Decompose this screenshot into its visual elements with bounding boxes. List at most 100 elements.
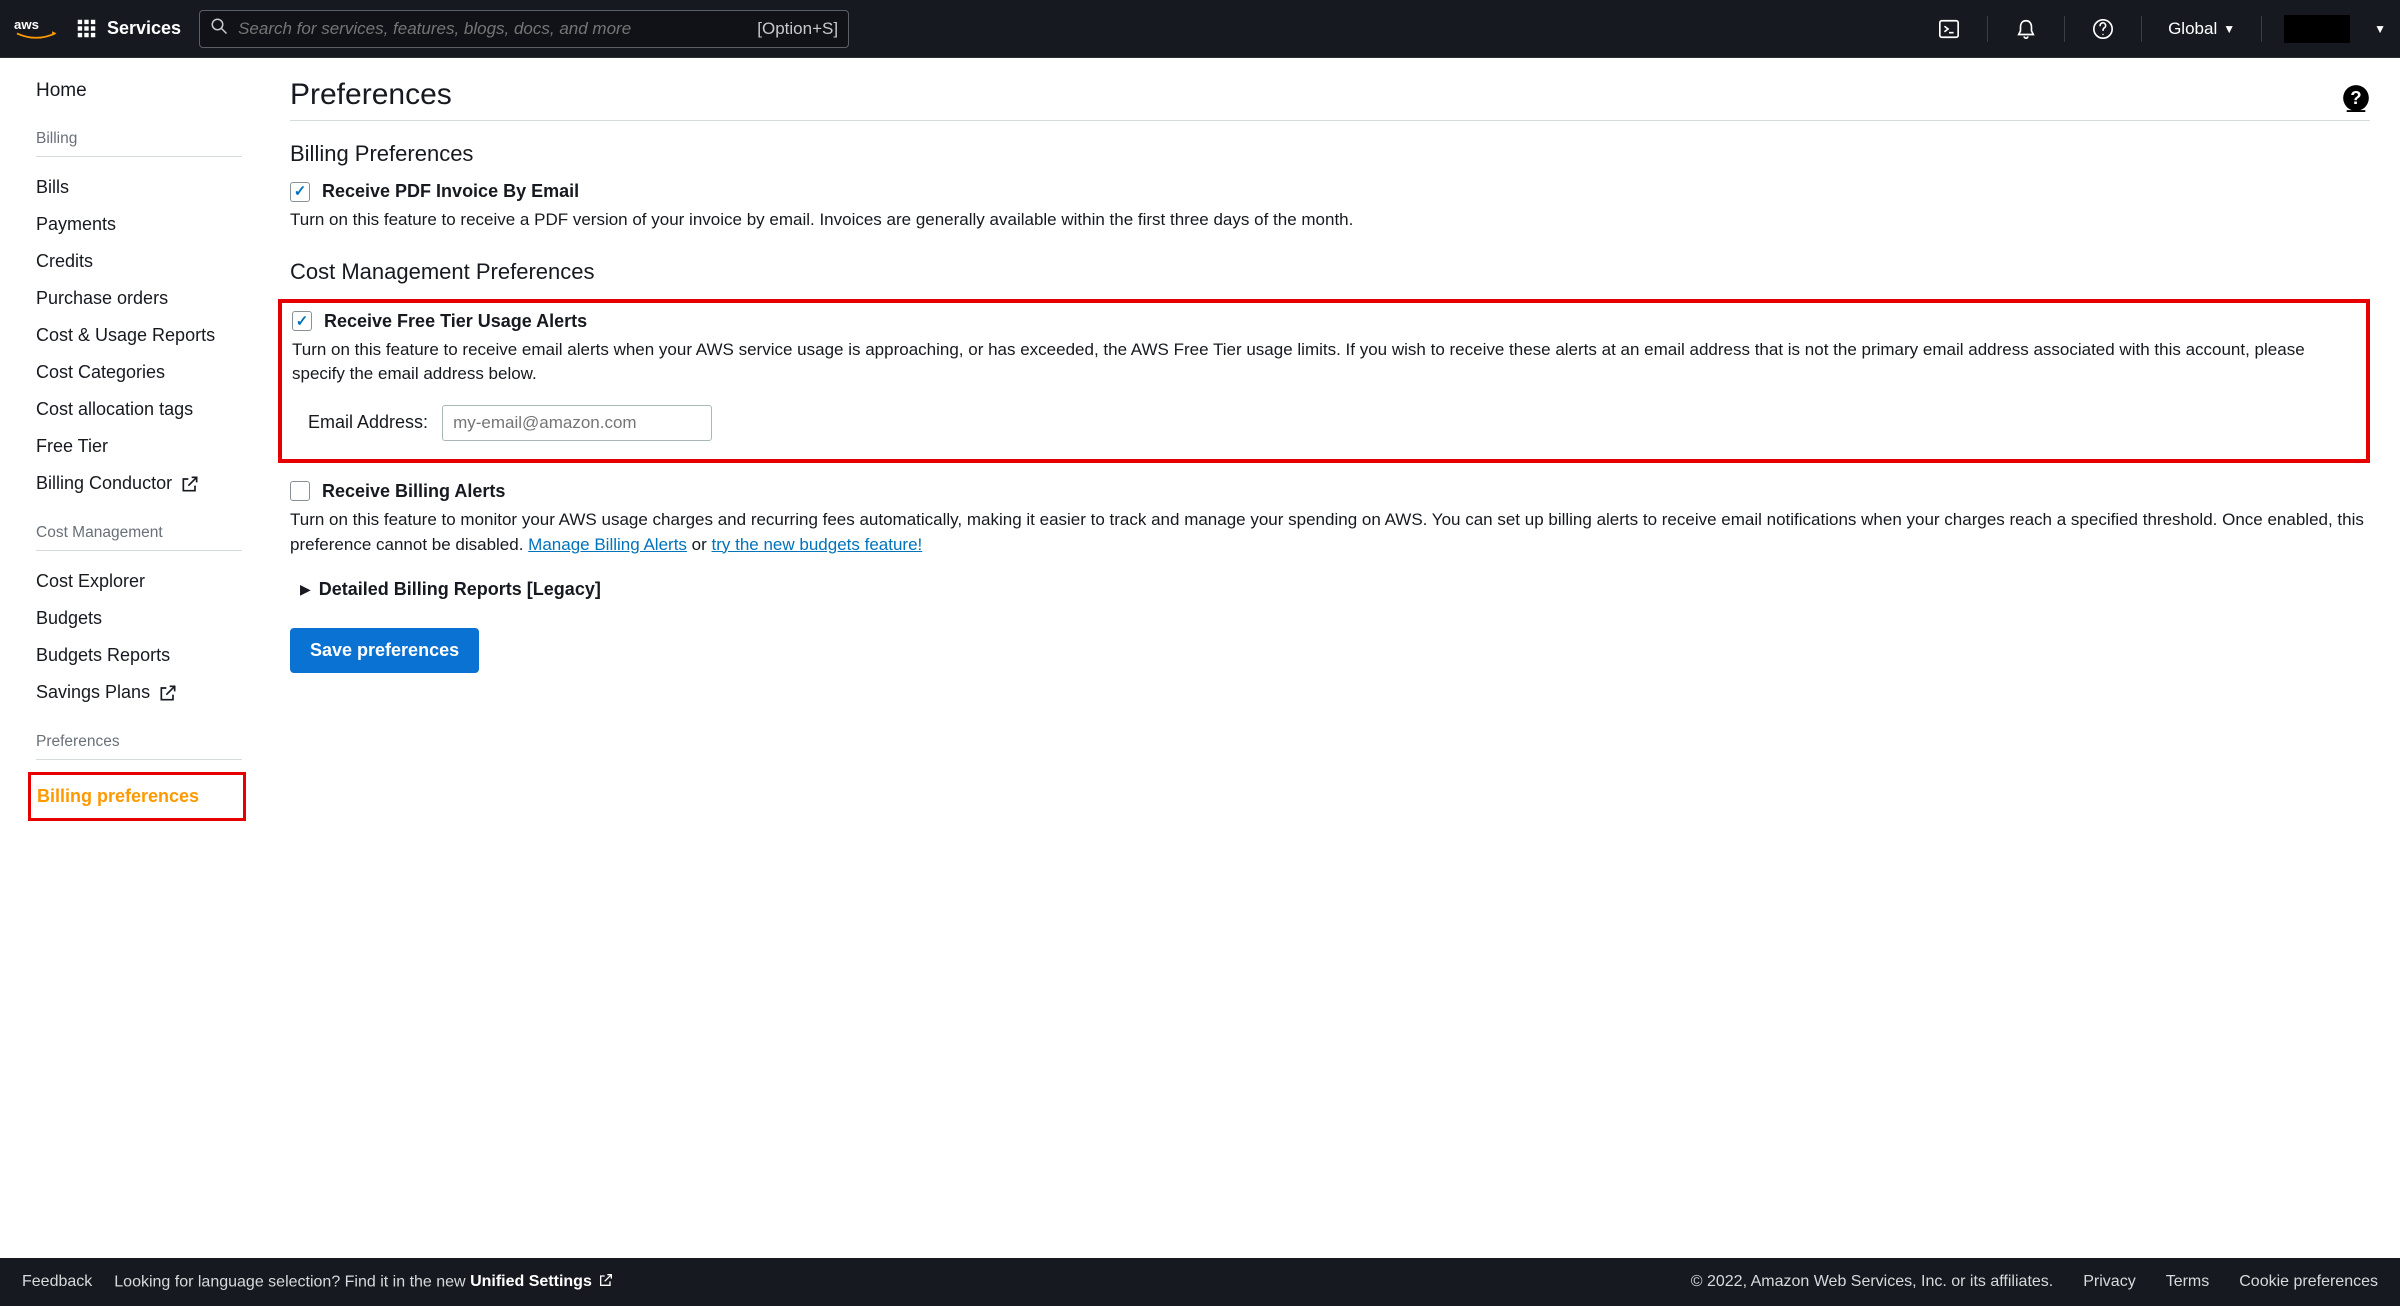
sidebar-item-label: Cost Categories [36, 362, 165, 383]
external-link-icon [180, 474, 200, 494]
sidebar-item-cost-categories[interactable]: Cost Categories [36, 354, 242, 391]
sidebar: Home Billing Bills Payments Credits Purc… [0, 58, 260, 1258]
sidebar-item-bills[interactable]: Bills [36, 169, 242, 206]
sidebar-item-label: Bills [36, 177, 69, 198]
checkbox-pdf-invoice[interactable] [290, 182, 310, 202]
page-title: Preferences [290, 78, 452, 112]
sidebar-item-label: Free Tier [36, 436, 108, 457]
pref-description: Turn on this feature to receive email al… [292, 338, 2356, 387]
sidebar-item-budgets-reports[interactable]: Budgets Reports [36, 637, 242, 674]
highlight-annotation: Billing preferences [28, 772, 246, 821]
sidebar-section-preferences: Preferences [36, 733, 242, 751]
expander-detailed-billing-reports[interactable]: ▶ Detailed Billing Reports [Legacy] [290, 579, 2370, 600]
pref-title: Receive PDF Invoice By Email [322, 181, 579, 202]
footer-cookie-prefs-link[interactable]: Cookie preferences [2239, 1273, 2378, 1291]
footer-lang-prompt: Looking for language selection? Find it … [114, 1272, 614, 1293]
region-label: Global [2168, 19, 2217, 39]
pref-description: Turn on this feature to receive a PDF ve… [290, 208, 2370, 233]
bell-icon [2015, 18, 2037, 40]
expander-label: Detailed Billing Reports [Legacy] [319, 579, 601, 600]
footer-unified-settings-link[interactable]: Unified Settings [470, 1272, 614, 1293]
text-or: or [687, 535, 712, 554]
sidebar-item-credits[interactable]: Credits [36, 243, 242, 280]
checkbox-billing-alerts[interactable] [290, 481, 310, 501]
sidebar-section-cost-management: Cost Management [36, 524, 242, 542]
pref-title: Receive Free Tier Usage Alerts [324, 311, 587, 332]
footer-text: Looking for language selection? Find it … [114, 1273, 470, 1290]
pref-description: Turn on this feature to monitor your AWS… [290, 508, 2370, 557]
divider [36, 156, 242, 157]
sidebar-item-cost-usage-reports[interactable]: Cost & Usage Reports [36, 317, 242, 354]
footer-privacy-link[interactable]: Privacy [2083, 1273, 2135, 1291]
main-content: Preferences ? Billing Preferences Receiv… [260, 58, 2400, 1258]
link-manage-billing-alerts[interactable]: Manage Billing Alerts [528, 535, 687, 554]
pref-title: Receive Billing Alerts [322, 481, 505, 502]
pref-billing-alerts: Receive Billing Alerts Turn on this feat… [290, 481, 2370, 557]
caret-down-icon[interactable]: ▼ [2374, 22, 2386, 36]
sidebar-item-payments[interactable]: Payments [36, 206, 242, 243]
grid-icon [76, 18, 97, 39]
search-icon [210, 17, 228, 40]
account-menu[interactable] [2284, 15, 2350, 43]
region-selector[interactable]: Global ▼ [2160, 19, 2243, 39]
sidebar-item-billing-conductor[interactable]: Billing Conductor [36, 465, 242, 502]
search-input[interactable] [238, 19, 747, 39]
divider [36, 550, 242, 551]
caret-down-icon: ▼ [2223, 22, 2235, 36]
divider [2064, 16, 2065, 42]
triangle-right-icon: ▶ [300, 581, 311, 598]
sidebar-item-budgets[interactable]: Budgets [36, 600, 242, 637]
sidebar-item-label: Budgets [36, 608, 102, 629]
search-box[interactable]: [Option+S] [199, 10, 849, 48]
page-help-button[interactable]: ? [2342, 84, 2370, 112]
sidebar-item-label: Billing preferences [37, 786, 199, 807]
sidebar-item-cost-allocation-tags[interactable]: Cost allocation tags [36, 391, 242, 428]
footer-terms-link[interactable]: Terms [2166, 1273, 2210, 1291]
sidebar-item-savings-plans[interactable]: Savings Plans [36, 674, 242, 711]
sidebar-item-cost-explorer[interactable]: Cost Explorer [36, 563, 242, 600]
sidebar-item-label: Savings Plans [36, 682, 150, 703]
link-try-budgets[interactable]: try the new budgets feature! [712, 535, 923, 554]
sidebar-home[interactable]: Home [36, 80, 242, 102]
notifications-button[interactable] [2006, 9, 2046, 49]
sidebar-item-label: Credits [36, 251, 93, 272]
footer-feedback-link[interactable]: Feedback [22, 1273, 92, 1291]
cloudshell-button[interactable] [1929, 9, 1969, 49]
aws-logo[interactable]: aws [14, 15, 58, 43]
cloudshell-icon [1938, 18, 1960, 40]
sidebar-item-label: Cost & Usage Reports [36, 325, 215, 346]
link-label: Unified Settings [470, 1273, 592, 1291]
sidebar-item-label: Purchase orders [36, 288, 168, 309]
checkbox-free-tier-alerts[interactable] [292, 311, 312, 331]
sidebar-item-free-tier[interactable]: Free Tier [36, 428, 242, 465]
services-label: Services [107, 18, 181, 39]
sidebar-section-billing: Billing [36, 130, 242, 148]
section-title-billing-prefs: Billing Preferences [290, 141, 2370, 167]
search-hotkey: [Option+S] [757, 19, 838, 39]
divider [1987, 16, 1988, 42]
external-link-icon [598, 1272, 614, 1293]
sidebar-item-label: Cost allocation tags [36, 399, 193, 420]
footer: Feedback Looking for language selection?… [0, 1258, 2400, 1306]
help-button[interactable] [2083, 9, 2123, 49]
sidebar-item-billing-preferences[interactable]: Billing preferences [37, 778, 237, 815]
footer-copyright: © 2022, Amazon Web Services, Inc. or its… [1691, 1273, 2053, 1291]
external-link-icon [158, 683, 178, 703]
email-input[interactable] [442, 405, 712, 441]
sidebar-item-label: Cost Explorer [36, 571, 145, 592]
highlight-annotation: Receive Free Tier Usage Alerts Turn on t… [278, 299, 2370, 463]
svg-text:aws: aws [14, 17, 39, 32]
sidebar-item-label: Billing Conductor [36, 473, 172, 494]
save-preferences-button[interactable]: Save preferences [290, 628, 479, 673]
pref-pdf-invoice: Receive PDF Invoice By Email Turn on thi… [290, 181, 2370, 233]
section-title-cost-mgmt-prefs: Cost Management Preferences [290, 259, 2370, 285]
email-label: Email Address: [308, 412, 428, 433]
services-button[interactable]: Services [76, 18, 181, 39]
divider [36, 759, 242, 760]
help-icon [2092, 18, 2114, 40]
sidebar-item-label: Budgets Reports [36, 645, 170, 666]
sidebar-item-label: Payments [36, 214, 116, 235]
sidebar-item-purchase-orders[interactable]: Purchase orders [36, 280, 242, 317]
divider [2261, 16, 2262, 42]
help-icon: ? [2342, 84, 2370, 112]
